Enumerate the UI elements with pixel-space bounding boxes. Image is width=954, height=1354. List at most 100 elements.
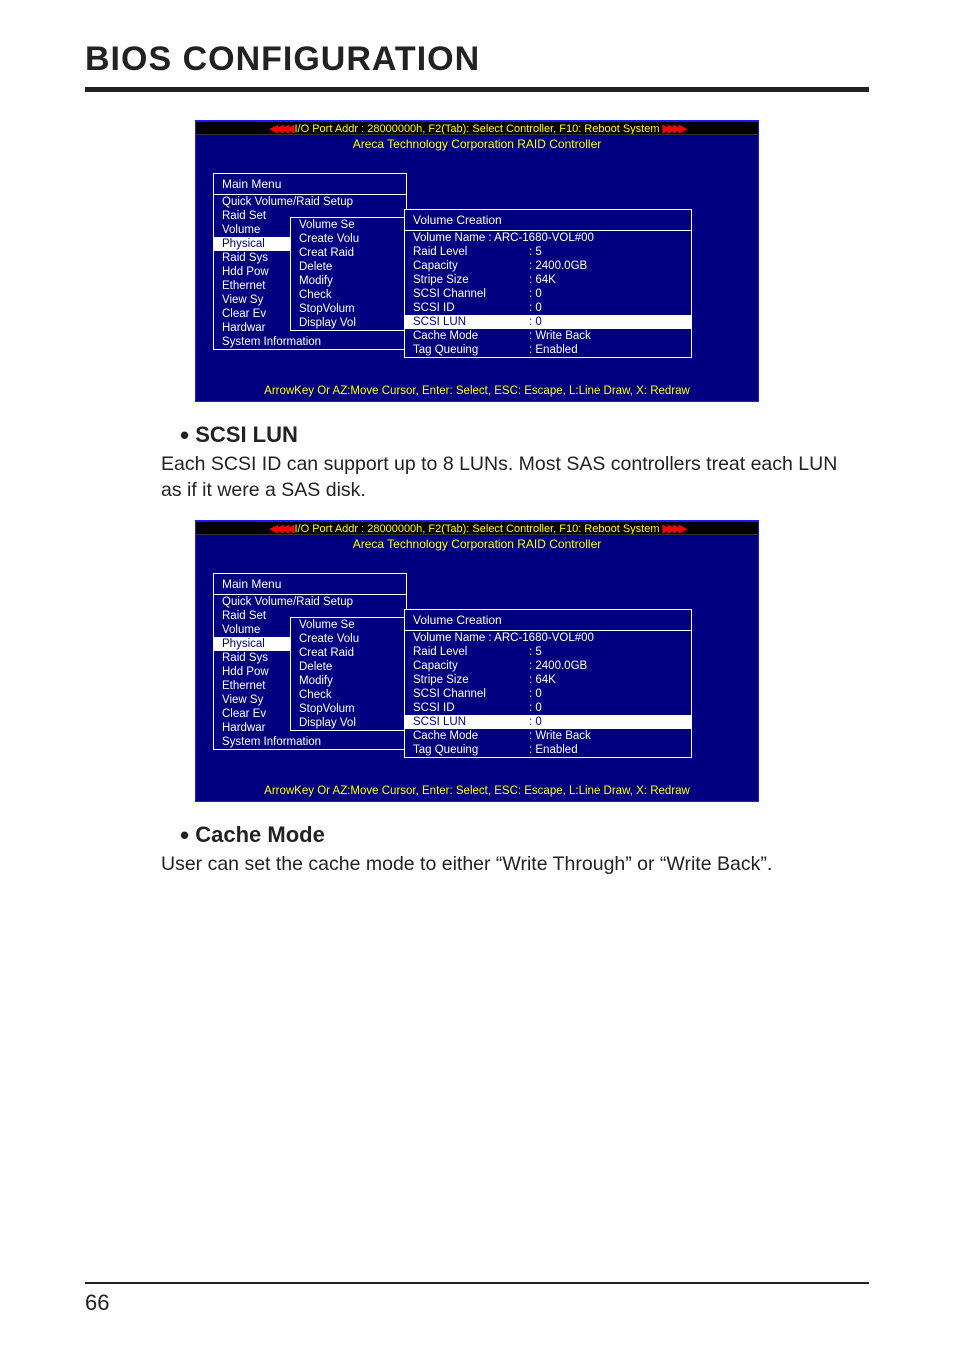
vc-value: : 2400.0GB [529,260,587,272]
bios-header-banner: ◀◀◀◀I/O Port Addr : 28000000h, F2(Tab): … [196,121,758,135]
volume-submenu-item[interactable]: Create Volu [291,232,405,246]
vc-field: Volume Name : ARC-1680-VOL#00 [413,632,594,644]
vc-value: : 64K [529,674,556,686]
volume-creation-row-capacity[interactable]: Capacity: 2400.0GB [405,659,691,673]
vc-label: Raid Level [413,246,529,258]
vc-label: SCSI LUN [413,316,529,328]
vc-label: SCSI Channel [413,288,529,300]
volume-submenu-item[interactable]: StopVolum [291,302,405,316]
volume-submenu-item[interactable]: Check [291,288,405,302]
volume-submenu-item[interactable]: Volume Se [291,218,405,232]
volume-creation-row-scsi_id[interactable]: SCSI ID: 0 [405,301,691,315]
volume-creation-title: Volume Creation [405,610,691,631]
main-menu-title: Main Menu [214,574,406,595]
bios-screen: ◀◀◀◀I/O Port Addr : 28000000h, F2(Tab): … [195,120,759,402]
volume-creation-row-raid_level[interactable]: Raid Level: 5 [405,245,691,259]
volume-creation-row-cache_mode[interactable]: Cache Mode: Write Back [405,729,691,743]
vc-label: Cache Mode [413,330,529,342]
arrow-left-icon: ◀◀◀◀ [267,123,295,135]
vc-value: : 0 [529,302,542,314]
bios-subheader: Areca Technology Corporation RAID Contro… [196,137,758,151]
volume-creation-row-scsi_id[interactable]: SCSI ID: 0 [405,701,691,715]
vc-value: : 5 [529,246,542,258]
vc-value: : Write Back [529,730,591,742]
vc-label: Capacity [413,660,529,672]
volume-submenu-item[interactable]: Display Vol [291,316,405,330]
bios-screen: ◀◀◀◀I/O Port Addr : 28000000h, F2(Tab): … [195,520,759,802]
title-rule [85,87,869,92]
footer-rule [85,1282,869,1284]
volume-creation-row-scsi_channel[interactable]: SCSI Channel: 0 [405,287,691,301]
bullet-icon: • [180,820,189,850]
vc-label: Tag Queuing [413,344,529,356]
bullet-icon: • [180,420,189,450]
vc-label: SCSI LUN [413,716,529,728]
volume-creation-row-volume_name[interactable]: Volume Name : ARC-1680-VOL#00 [405,231,691,245]
vc-value: : Enabled [529,744,578,756]
section-body-scsi-lun: Each SCSI ID can support up to 8 LUNs. M… [161,451,851,504]
volume-creation-row-scsi_lun[interactable]: SCSI LUN: 0 [405,715,691,729]
main-menu-title: Main Menu [214,174,406,195]
vc-label: Capacity [413,260,529,272]
vc-label: Stripe Size [413,674,529,686]
vc-value: : 0 [529,288,542,300]
vc-value: : 0 [529,316,542,328]
vc-value: : Enabled [529,344,578,356]
volume-submenu-item[interactable]: Modify [291,274,405,288]
main-menu-item[interactable]: Quick Volume/Raid Setup [214,595,406,609]
arrow-right-icon: ▶▶▶▶ [660,123,688,135]
main-menu-item[interactable]: System Information [214,735,406,749]
main-menu-item[interactable]: Quick Volume/Raid Setup [214,195,406,209]
vc-value: : 0 [529,716,542,728]
volume-creation-row-volume_name[interactable]: Volume Name : ARC-1680-VOL#00 [405,631,691,645]
vc-label: SCSI ID [413,702,529,714]
bios-header-banner: ◀◀◀◀I/O Port Addr : 28000000h, F2(Tab): … [196,521,758,535]
volume-creation-box: Volume CreationVolume Name : ARC-1680-VO… [404,209,692,358]
volume-submenu-item[interactable]: Delete [291,660,405,674]
arrow-right-icon: ▶▶▶▶ [660,523,688,535]
volume-submenu-item[interactable]: Create Volu [291,632,405,646]
vc-label: SCSI ID [413,302,529,314]
volume-creation-row-capacity[interactable]: Capacity: 2400.0GB [405,259,691,273]
volume-submenu-box: Volume SeCreate VoluCreat RaidDeleteModi… [290,217,406,331]
volume-creation-row-stripe_size[interactable]: Stripe Size: 64K [405,273,691,287]
volume-creation-row-tag_queuing[interactable]: Tag Queuing: Enabled [405,743,691,757]
volume-creation-box: Volume CreationVolume Name : ARC-1680-VO… [404,609,692,758]
page-number: 66 [85,1290,109,1316]
volume-submenu-item[interactable]: Volume Se [291,618,405,632]
bios-subheader: Areca Technology Corporation RAID Contro… [196,537,758,551]
section-heading-cache-mode: • Cache Mode [180,820,869,851]
volume-submenu-item[interactable]: Display Vol [291,716,405,730]
volume-submenu-item[interactable]: Delete [291,260,405,274]
vc-label: Raid Level [413,646,529,658]
vc-value: : 0 [529,702,542,714]
vc-label: Tag Queuing [413,744,529,756]
main-menu-item[interactable]: System Information [214,335,406,349]
volume-submenu-item[interactable]: Modify [291,674,405,688]
volume-creation-row-raid_level[interactable]: Raid Level: 5 [405,645,691,659]
volume-creation-row-tag_queuing[interactable]: Tag Queuing: Enabled [405,343,691,357]
vc-value: : 64K [529,274,556,286]
section-body-cache-mode: User can set the cache mode to either “W… [161,851,851,877]
volume-submenu-item[interactable]: Creat Raid [291,646,405,660]
volume-submenu-box: Volume SeCreate VoluCreat RaidDeleteModi… [290,617,406,731]
vc-field: Volume Name : ARC-1680-VOL#00 [413,232,594,244]
volume-submenu-item[interactable]: Check [291,688,405,702]
vc-value: : 2400.0GB [529,660,587,672]
vc-label: Cache Mode [413,730,529,742]
volume-creation-row-stripe_size[interactable]: Stripe Size: 64K [405,673,691,687]
volume-creation-title: Volume Creation [405,210,691,231]
bios-footer-help: ArrowKey Or AZ:Move Cursor, Enter: Selec… [196,385,758,397]
vc-value: : 0 [529,688,542,700]
section-heading-scsi-lun: • SCSI LUN [180,420,869,451]
volume-submenu-item[interactable]: Creat Raid [291,246,405,260]
volume-creation-row-scsi_channel[interactable]: SCSI Channel: 0 [405,687,691,701]
vc-label: SCSI Channel [413,688,529,700]
bios-footer-help: ArrowKey Or AZ:Move Cursor, Enter: Selec… [196,785,758,797]
volume-creation-row-scsi_lun[interactable]: SCSI LUN: 0 [405,315,691,329]
vc-label: Stripe Size [413,274,529,286]
vc-value: : Write Back [529,330,591,342]
volume-creation-row-cache_mode[interactable]: Cache Mode: Write Back [405,329,691,343]
volume-submenu-item[interactable]: StopVolum [291,702,405,716]
page-title: BIOS CONFIGURATION [85,40,869,79]
